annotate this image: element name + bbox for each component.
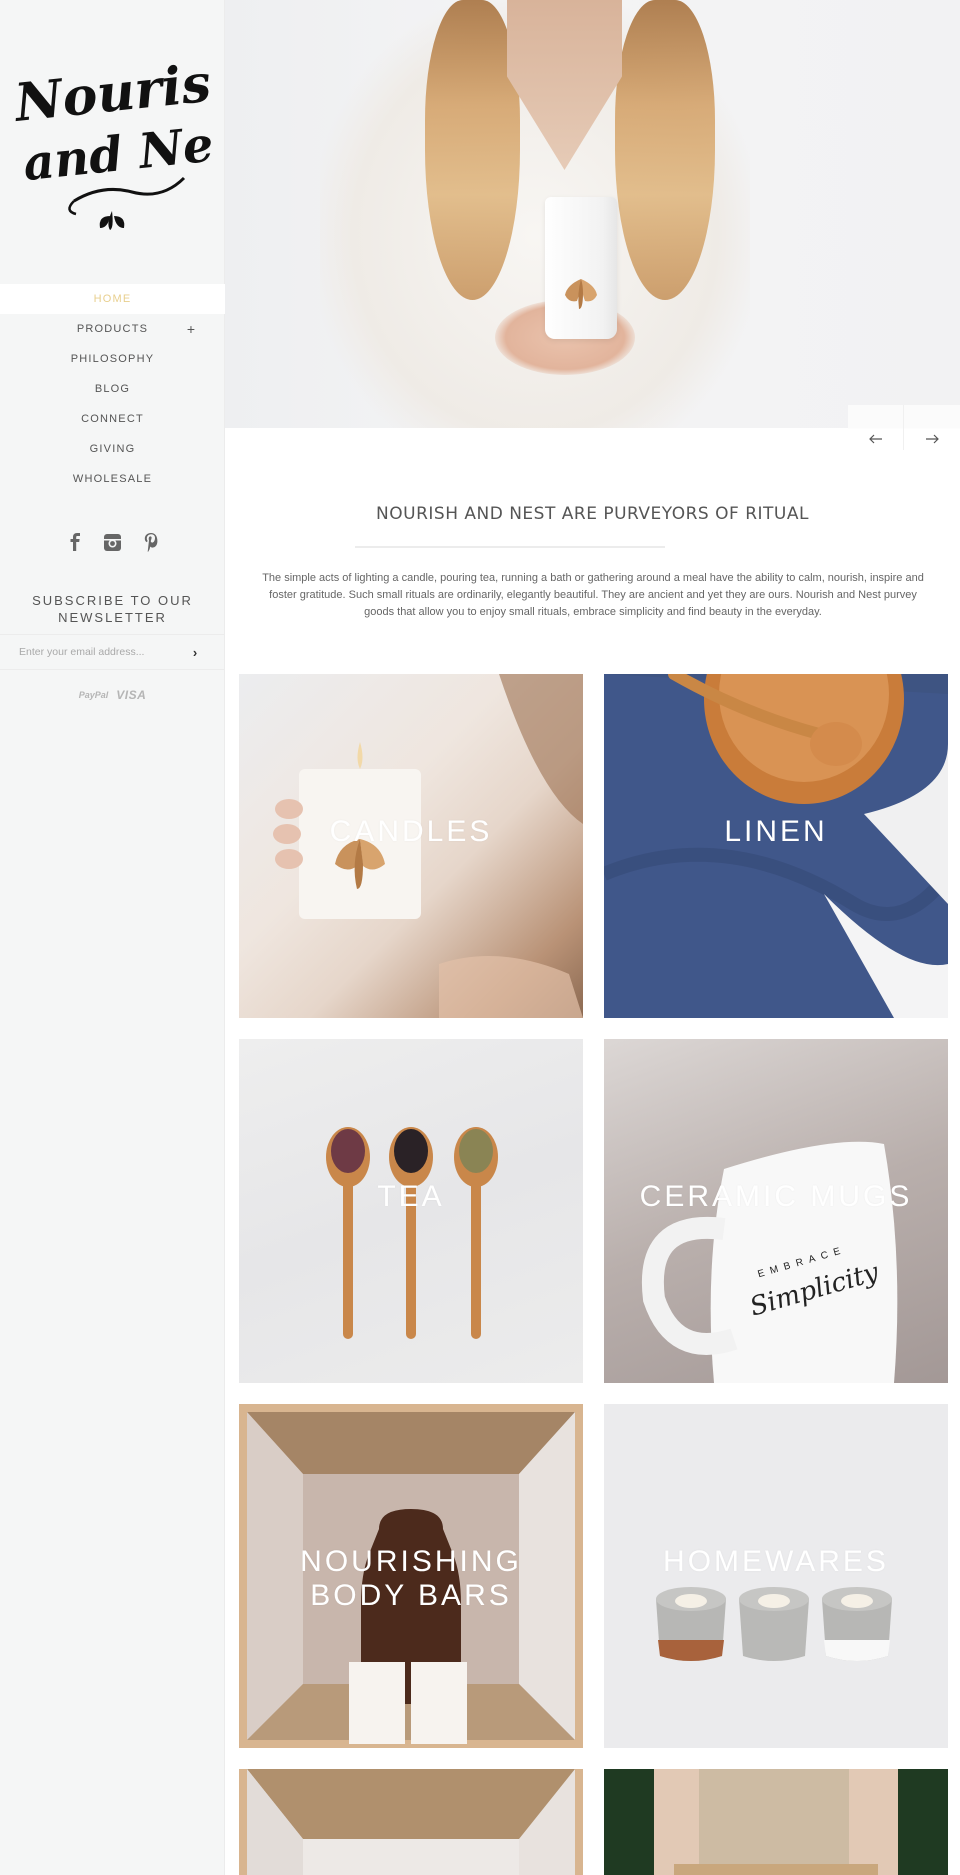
newsletter-form: › <box>0 634 225 670</box>
hero-candle-image <box>545 197 617 339</box>
hero-image-hair-left <box>425 0 520 300</box>
slider-next-button[interactable] <box>904 405 960 450</box>
tile-label: NOURISHING BODY BARS <box>239 1545 583 1613</box>
expand-plus-icon[interactable]: + <box>187 314 195 344</box>
intro-title: NOURISH AND NEST ARE PURVEYORS OF RITUAL <box>376 504 809 524</box>
intro-text: The simple acts of lighting a candle, po… <box>262 572 924 618</box>
category-tile-row4-right[interactable] <box>604 1769 948 1875</box>
tile-label: CANDLES <box>329 815 493 848</box>
tile-label: CERAMIC MUGS <box>639 1180 913 1213</box>
payment-methods: PayPal VISA <box>0 688 225 702</box>
lotus-flourish-icon <box>99 211 125 230</box>
newsletter-title: SUBSCRIBE TO OUR NEWSLETTER <box>32 593 193 625</box>
arrow-left-icon <box>868 434 882 444</box>
nav-item-home[interactable]: HOME <box>0 284 225 314</box>
visa-icon: VISA <box>116 688 147 702</box>
wooden-box-image <box>247 1769 575 1875</box>
facebook-icon[interactable] <box>65 530 85 554</box>
slider-prev-button[interactable] <box>848 405 904 450</box>
nav-item-wholesale[interactable]: WHOLESALE <box>0 464 225 494</box>
social-links <box>0 530 225 554</box>
email-input[interactable] <box>0 635 175 669</box>
hero-image-hair-right <box>615 0 715 300</box>
sidebar: Nourish and Nest HOME PRODUCTS + PHILOSO… <box>0 0 265 1875</box>
nav-label: BLOG <box>94 383 131 395</box>
nav-item-connect[interactable]: CONNECT <box>0 404 225 434</box>
category-tile-candles[interactable]: CANDLES <box>239 674 583 1018</box>
nav-label: GIVING <box>89 443 136 455</box>
main-nav: HOME PRODUCTS + PHILOSOPHY BLOG CONNECT … <box>0 284 225 494</box>
nav-label: PRODUCTS <box>76 323 149 335</box>
tile-label: TEA <box>377 1180 445 1213</box>
category-tile-ceramic-mugs[interactable]: EMBRACE Simplicity CERAMIC MUGS <box>604 1039 948 1383</box>
intro-divider <box>355 546 665 548</box>
category-tile-homewares[interactable]: HOMEWARES <box>604 1404 948 1748</box>
category-tile-nourishing-body-bars[interactable]: NOURISHING BODY BARS <box>239 1404 583 1748</box>
nav-item-giving[interactable]: GIVING <box>0 434 225 464</box>
nav-item-blog[interactable]: BLOG <box>0 374 225 404</box>
paypal-icon: PayPal <box>78 690 109 700</box>
tile-label: LINEN <box>724 815 828 848</box>
slider-controls <box>848 405 960 450</box>
tile-label: HOMEWARES <box>663 1545 889 1578</box>
newsletter-submit-button[interactable]: › <box>175 635 215 669</box>
gold-flower-icon <box>565 279 597 309</box>
category-tile-row4-left[interactable] <box>239 1769 583 1875</box>
instagram-icon[interactable] <box>103 530 123 554</box>
tile-label-line2: BODY BARS <box>310 1579 512 1612</box>
category-tile-tea[interactable]: TEA <box>239 1039 583 1383</box>
nav-label: WHOLESALE <box>72 473 153 485</box>
nav-label: CONNECT <box>81 413 144 425</box>
nav-item-philosophy[interactable]: PHILOSOPHY <box>0 344 225 374</box>
brand-logo[interactable]: Nourish and Nest <box>10 6 265 232</box>
arrow-right-icon <box>926 434 939 444</box>
category-tile-linen[interactable]: LINEN <box>604 674 948 1018</box>
nav-label: PHILOSOPHY <box>70 353 155 365</box>
nav-item-products[interactable]: PRODUCTS + <box>0 314 225 344</box>
nourish-and-nest-logo-icon: Nourish and Nest <box>10 49 265 230</box>
hero-slider <box>225 0 960 428</box>
pinterest-icon[interactable] <box>141 530 161 554</box>
linen-apron-image <box>604 1769 948 1875</box>
nav-label: HOME <box>93 293 132 305</box>
tile-label-line1: NOURISHING <box>300 1545 522 1578</box>
